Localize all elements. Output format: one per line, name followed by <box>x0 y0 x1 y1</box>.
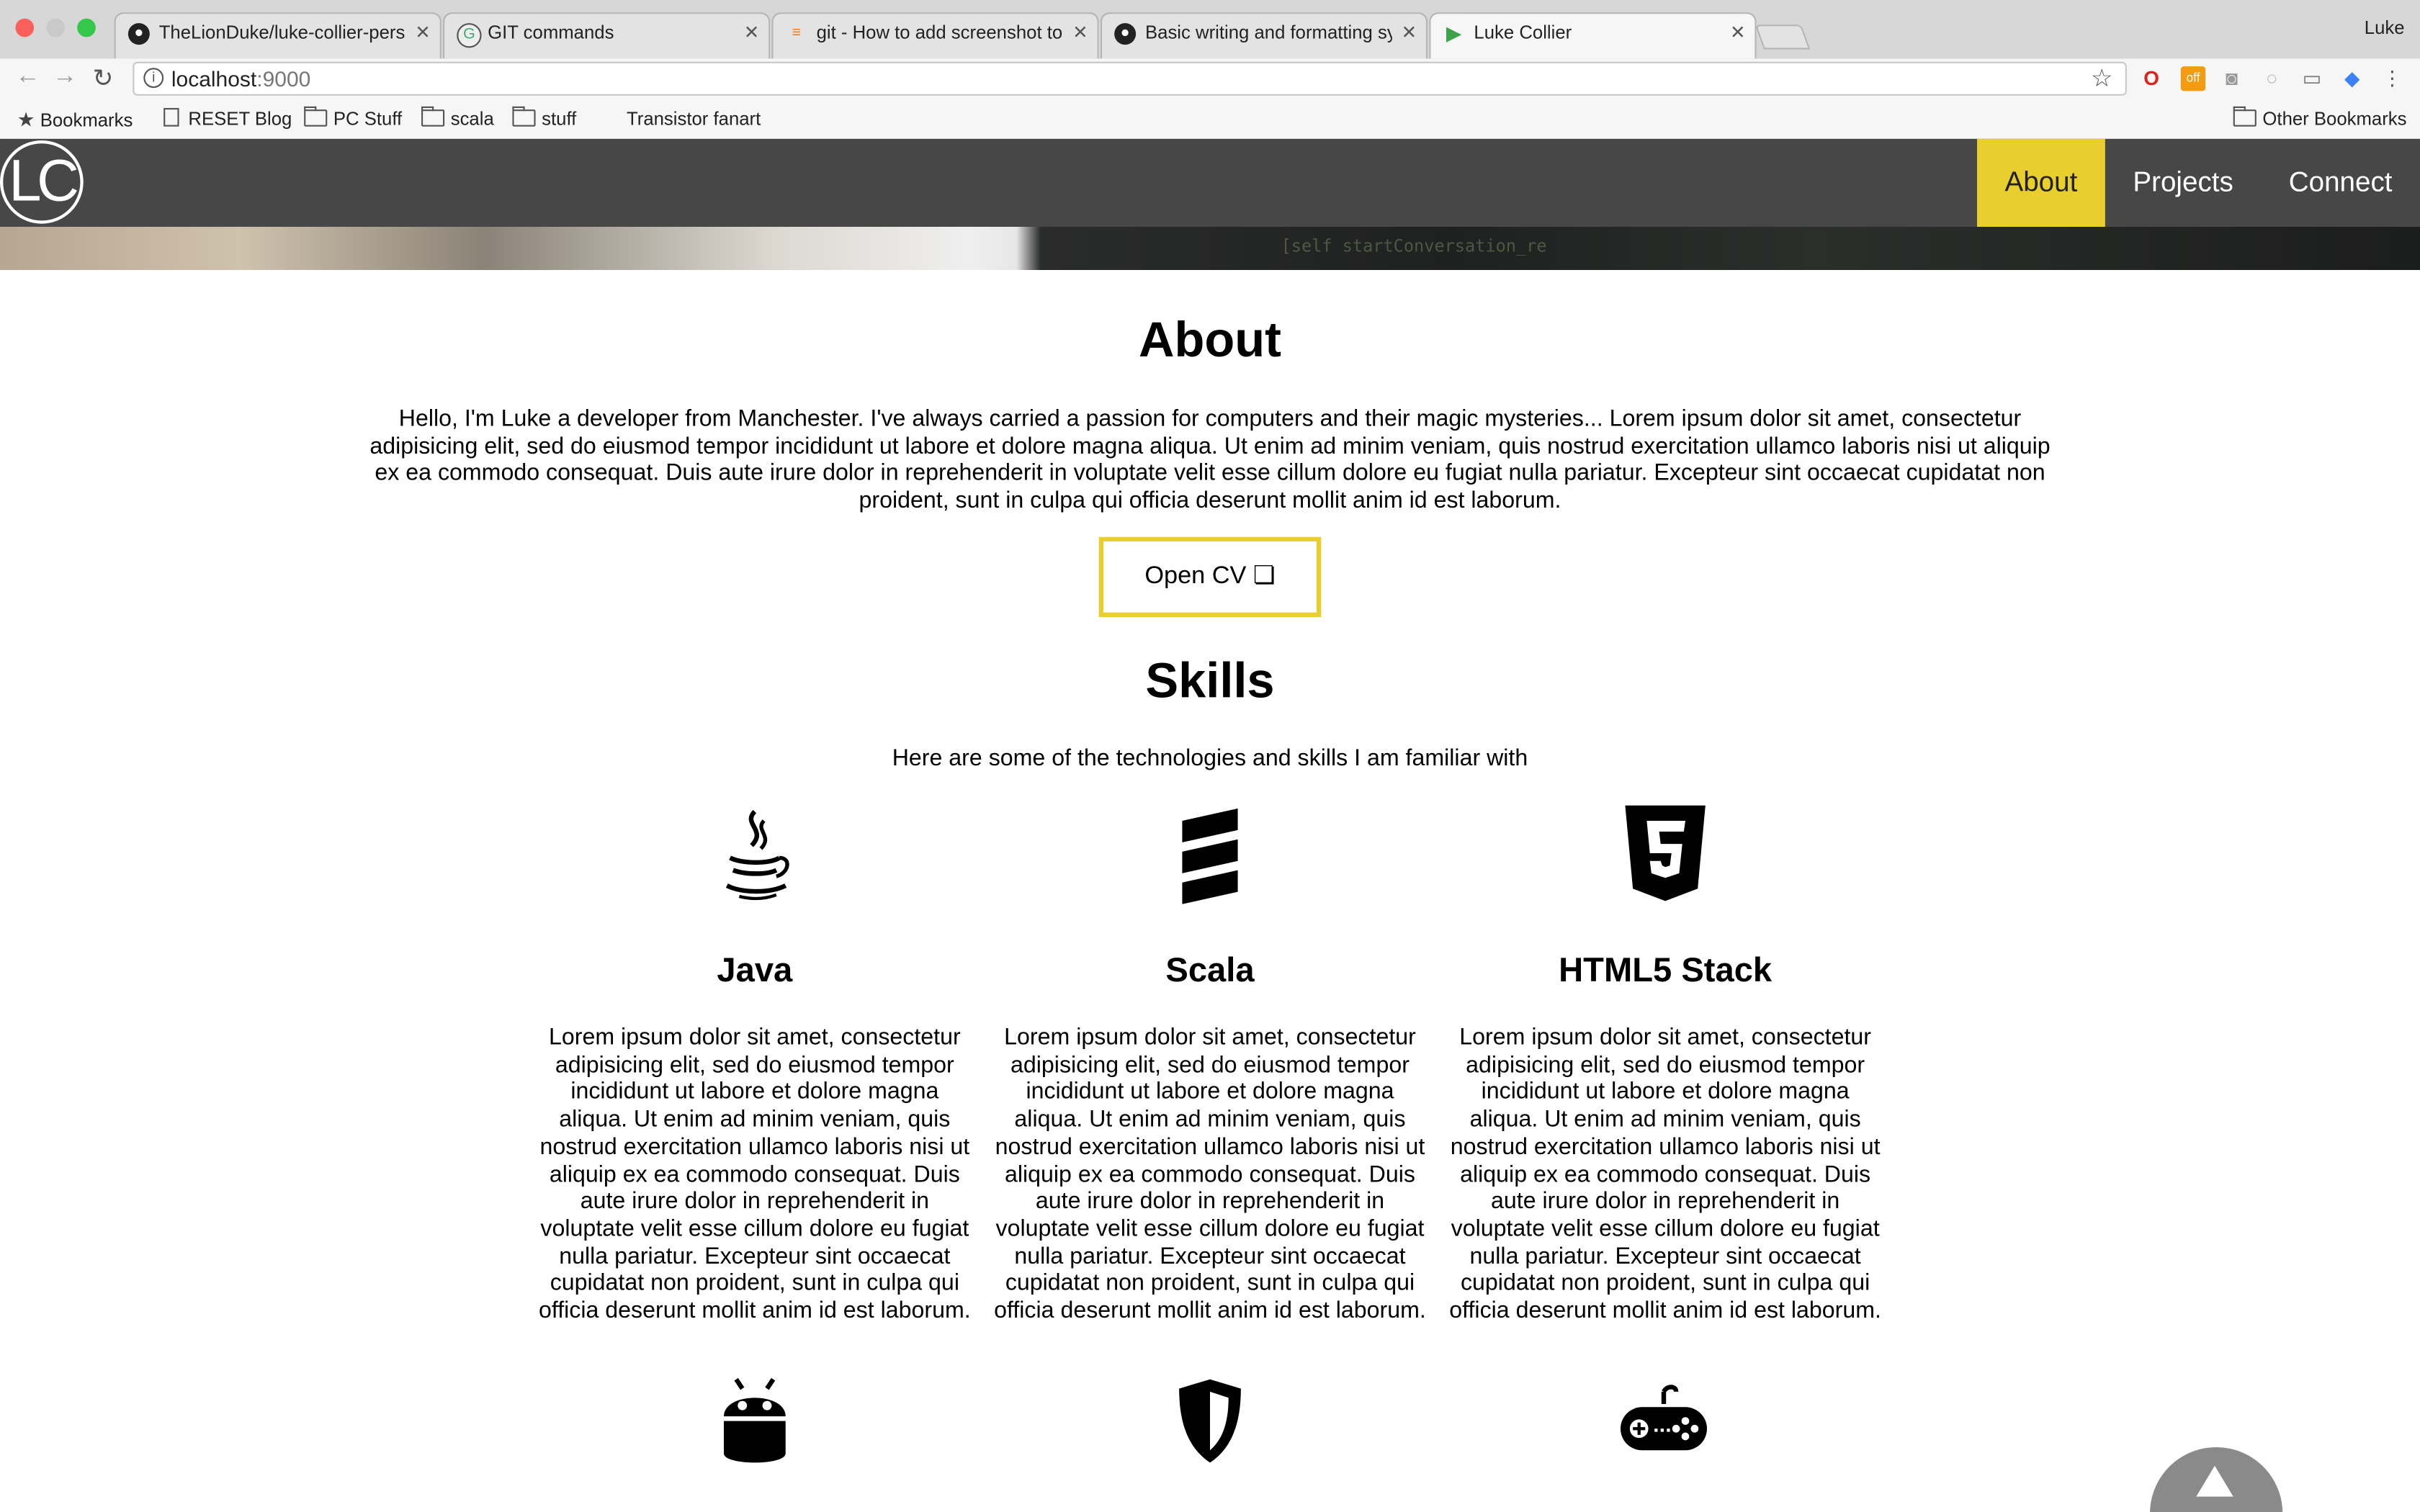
folder-icon <box>421 106 445 127</box>
tab-title: GIT commands <box>488 22 614 43</box>
folder-icon <box>512 106 536 127</box>
android-icon <box>723 1377 786 1463</box>
maximize-window-button[interactable] <box>77 18 96 37</box>
hero-code-text: [self startConversation_re <box>1281 235 1547 256</box>
bookmark-label: Bookmarks <box>40 109 133 132</box>
other-bookmarks-folder[interactable]: Other Bookmarks <box>2233 106 2407 130</box>
tab-title: git - How to add screenshot to <box>816 22 1063 43</box>
bookmark-label: PC Stuff <box>333 108 403 130</box>
url-bar[interactable]: i localhost:9000 ☆ <box>133 61 2127 96</box>
camera-icon[interactable]: ◙ <box>2219 66 2244 91</box>
nav-projects[interactable]: Projects <box>2105 139 2261 227</box>
extension-diamond-icon[interactable]: ◆ <box>2340 66 2365 91</box>
bookmark-label: scala <box>450 108 494 130</box>
bookmark-folder[interactable]: PC Stuff <box>304 106 403 130</box>
gamepad-icon <box>1621 1385 1707 1451</box>
bookmark-label: RESET Blog <box>188 108 292 130</box>
skill-card-html5: HTML5 Stack Lorem ipsum dolor sit amet, … <box>1446 805 1885 1326</box>
bookmarks-bar: ★ Bookmarks RESET Blog PC Stuff scala st… <box>0 102 2420 140</box>
profile-name[interactable]: Luke <box>2365 17 2405 39</box>
cast-icon[interactable]: ▭ <box>2300 66 2324 91</box>
close-window-button[interactable] <box>15 18 35 37</box>
browser-tab[interactable]: ≡ git - How to add screenshot to ✕ <box>771 12 1099 59</box>
skill-description: Lorem ipsum dolor sit amet, consectetur … <box>994 1024 1426 1324</box>
new-tab-button[interactable] <box>1754 24 1811 50</box>
tab-title: Basic writing and formatting sy <box>1145 22 1392 43</box>
scala-icon <box>1182 808 1238 904</box>
java-icon <box>725 809 789 901</box>
bookmark-item[interactable]: RESET Blog <box>163 108 292 130</box>
hero-banner-image: [self startConversation_re <box>0 227 2420 270</box>
forward-icon[interactable]: → <box>53 63 77 91</box>
stackoverflow-icon: ≡ <box>792 24 801 42</box>
page-icon <box>163 108 179 127</box>
scroll-to-top-button[interactable] <box>2150 1446 2283 1512</box>
opera-icon[interactable]: O <box>2139 66 2164 91</box>
bookmark-star-icon[interactable]: ☆ <box>2091 63 2113 94</box>
address-toolbar: ← → ↻ i localhost:9000 ☆ O off ◙ ○ ▭ ◆ ⋮ <box>0 58 2420 102</box>
open-cv-button[interactable]: Open CV ❏ <box>1098 536 1322 618</box>
site-logo[interactable]: LC <box>0 140 84 224</box>
bookmark-label: stuff <box>542 108 577 130</box>
reload-icon[interactable]: ↻ <box>93 63 114 94</box>
play-icon: ▶ <box>1446 22 1462 45</box>
close-icon[interactable]: ✕ <box>415 22 431 43</box>
skill-card-scala: Scala Lorem ipsum dolor sit amet, consec… <box>991 806 1430 1326</box>
bookmark-label: Other Bookmarks <box>2262 108 2407 130</box>
close-icon[interactable]: ✕ <box>1402 22 1417 43</box>
shopping-extension-icon[interactable]: off <box>2180 66 2206 91</box>
skill-title: HTML5 Stack <box>1559 950 1773 989</box>
about-text: Hello, I'm Luke a developer from Manches… <box>369 405 2051 514</box>
browser-tab[interactable]: G GIT commands ✕ <box>443 12 771 59</box>
arrow-up-icon <box>2196 1465 2233 1497</box>
close-icon[interactable]: ✕ <box>744 22 760 43</box>
minimize-window-button[interactable] <box>46 18 65 37</box>
browser-tab-bar: ● TheLionDuke/luke-collier-pers ✕ G GIT … <box>0 0 2420 60</box>
about-heading: About <box>1138 311 1282 367</box>
bookmark-folder[interactable]: scala <box>421 106 494 130</box>
browser-tab[interactable]: ● TheLionDuke/luke-collier-pers ✕ <box>114 12 442 59</box>
back-icon[interactable]: ← <box>15 63 40 91</box>
tab-title: TheLionDuke/luke-collier-pers <box>158 22 405 43</box>
skill-description: Lorem ipsum dolor sit amet, consectetur … <box>538 1024 971 1324</box>
bookmark-item[interactable]: ★ Bookmarks <box>17 108 133 132</box>
star-icon: ★ <box>17 108 35 132</box>
nav-about[interactable]: About <box>1977 138 2105 227</box>
browser-tab[interactable]: ● Basic writing and formatting sy ✕ <box>1100 12 1428 59</box>
skills-intro: Here are some of the technologies and sk… <box>892 745 1528 772</box>
folder-icon <box>304 106 328 127</box>
skill-description: Lorem ipsum dolor sit amet, consectetur … <box>1449 1024 1881 1324</box>
github-icon: ● <box>1114 23 1137 45</box>
github-icon: ● <box>127 23 150 45</box>
shield-icon <box>1179 1379 1241 1463</box>
circle-extension-icon[interactable]: ○ <box>2259 66 2284 91</box>
bookmark-folder[interactable]: stuff <box>512 106 577 130</box>
url-text: localhost:9000 <box>171 66 311 91</box>
skills-heading: Skills <box>1145 652 1275 708</box>
close-icon[interactable]: ✕ <box>1730 22 1746 43</box>
html5-icon <box>1625 805 1706 901</box>
bookmark-label: Transistor fanart <box>627 108 761 130</box>
folder-icon <box>2233 106 2257 127</box>
site-navbar: LC About Projects Connect <box>0 138 2420 227</box>
skill-title: Java <box>717 950 793 989</box>
browser-tab-active[interactable]: ▶ Luke Collier ✕ <box>1429 12 1757 59</box>
skill-card-java: Java Lorem ipsum dolor sit amet, consect… <box>536 806 974 1326</box>
git-icon: G <box>457 23 482 48</box>
nav-connect[interactable]: Connect <box>2261 139 2420 227</box>
tab-title: Luke Collier <box>1474 22 1572 43</box>
info-icon[interactable]: i <box>143 68 164 89</box>
close-icon[interactable]: ✕ <box>1072 22 1088 43</box>
skill-title: Scala <box>1165 950 1255 989</box>
menu-icon[interactable]: ⋮ <box>2380 66 2404 91</box>
bookmark-item[interactable]: Transistor fanart <box>627 108 761 130</box>
